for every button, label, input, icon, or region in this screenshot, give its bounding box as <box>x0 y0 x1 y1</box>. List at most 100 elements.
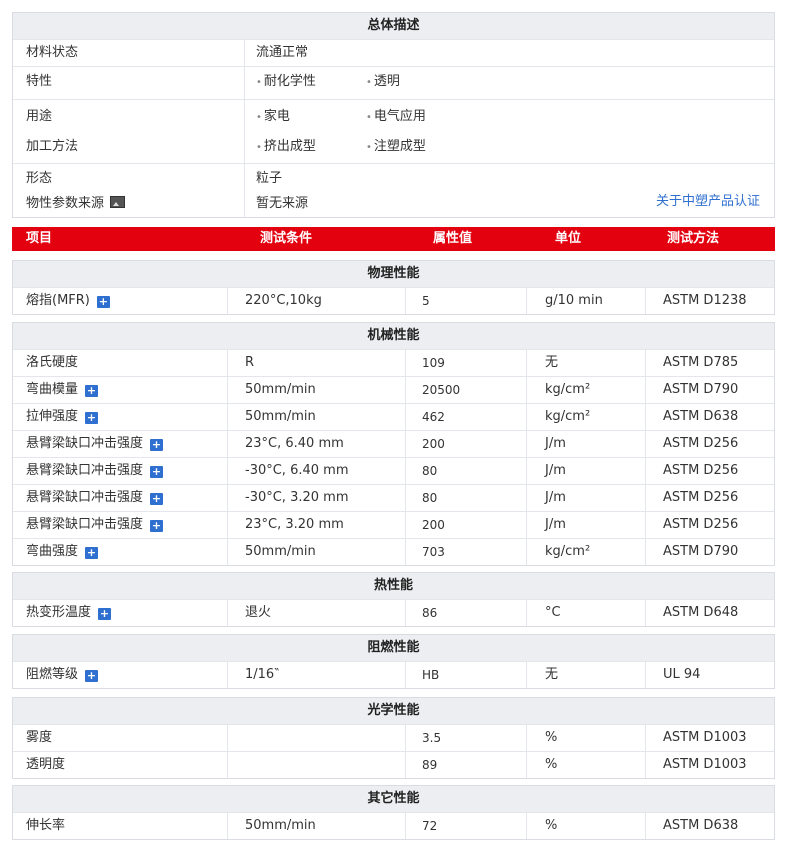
cell-value: 89 <box>422 758 438 772</box>
property-section: 其它性能伸长率 50mm/min 72% ASTM D638 <box>12 785 775 840</box>
expand-plus-icon[interactable]: + <box>150 439 164 451</box>
cell-unit: J/m <box>545 463 566 478</box>
cell-item: 弯曲强度 <box>26 544 79 559</box>
cell-method: UL 94 <box>663 667 701 682</box>
value-form: 粒子 <box>256 171 283 186</box>
cell-unit: °C <box>545 605 561 620</box>
cell-item: 拉伸强度 <box>26 409 79 424</box>
cell-value: 80 <box>422 491 438 505</box>
table-row: 洛氏硬度 R 109 无 ASTM D785 <box>13 349 774 376</box>
table-row: 悬臂梁缺口冲击强度 +23°C, 3.20 mm 200 J/m ASTM D256 <box>13 511 774 538</box>
cell-unit: J/m <box>545 490 566 505</box>
cell-item: 弯曲模量 <box>26 382 79 397</box>
col-item: 项目 <box>26 231 53 246</box>
label-processing: 加工方法 <box>26 139 79 154</box>
cell-value: 86 <box>422 606 438 620</box>
cell-unit: % <box>545 757 558 772</box>
section-title: 物理性能 <box>13 261 774 287</box>
expand-plus-icon[interactable]: + <box>85 412 99 424</box>
cell-item: 洛氏硬度 <box>26 355 79 370</box>
section-title: 阻燃性能 <box>13 635 774 661</box>
cell-method: ASTM D256 <box>663 490 739 505</box>
cell-item: 阻燃等级 <box>26 667 79 682</box>
expand-plus-icon[interactable]: + <box>96 296 110 308</box>
cell-condition: 50mm/min <box>245 382 316 397</box>
expand-plus-icon[interactable]: + <box>85 385 99 397</box>
cell-condition: 50mm/min <box>245 818 316 833</box>
cell-value: 80 <box>422 464 438 478</box>
tag-feature: 透明 <box>373 74 400 89</box>
col-test-method: 测试方法 <box>667 231 720 246</box>
cell-item: 悬臂梁缺口冲击强度 <box>26 490 144 505</box>
label-source: 物性参数来源 <box>26 196 105 211</box>
expand-plus-icon[interactable]: + <box>85 670 99 682</box>
cell-method: ASTM D790 <box>663 544 739 559</box>
cell-value: 5 <box>422 294 430 308</box>
property-section: 热性能 热变形温度 + 退火 86 °C ASTM D648 <box>12 572 775 627</box>
image-icon[interactable] <box>110 196 126 208</box>
cell-unit: J/m <box>545 517 566 532</box>
expand-plus-icon[interactable]: + <box>150 466 164 478</box>
table-row: 悬臂梁缺口冲击强度 + -30°C, 6.40 mm 80 J/m ASTM D256 <box>13 457 774 484</box>
cell-item: 悬臂梁缺口冲击强度 <box>26 463 144 478</box>
cell-item: 悬臂梁缺口冲击强度 <box>26 517 144 532</box>
col-property-value: 属性值 <box>433 231 473 246</box>
property-section: 物理性能 熔指(MFR) +220°C,10kg 5 g/10 min ASTM D123… <box>12 260 775 315</box>
col-test-condition: 测试条件 <box>260 231 313 246</box>
cell-item: 热变形温度 <box>26 605 92 620</box>
cell-value: 72 <box>422 819 438 833</box>
cell-method: ASTM D256 <box>663 463 739 478</box>
cell-value: 462 <box>422 410 445 424</box>
cell-unit: kg/cm² <box>545 544 591 559</box>
row-form-source: 形态 物性参数来源 粒子 暂无来源 关于中塑产品认证 <box>13 163 774 217</box>
cell-method: ASTM D785 <box>663 355 739 370</box>
overview-panel: 总体描述 材料状态 流通正常 特性 • 耐化学性 • 透明 用途 加工方法 • 家电 • 电… <box>12 12 775 218</box>
cell-condition: 退火 <box>245 605 272 620</box>
table-row: 弯曲强度 +50mm/min 703 kg/cm² ASTM D790 <box>13 538 774 565</box>
cell-method: ASTM D1238 <box>663 293 747 308</box>
label-features: 特性 <box>26 74 53 89</box>
tag-feature: 耐化学性 <box>263 74 316 89</box>
cell-unit: kg/cm² <box>545 382 591 397</box>
cell-unit: g/10 min <box>545 293 603 308</box>
cell-value: 3.5 <box>422 731 442 745</box>
tag-use: 家电 <box>263 109 290 124</box>
cell-item: 雾度 <box>26 730 53 745</box>
value-material-state: 流通正常 <box>256 45 309 60</box>
label-material-state: 材料状态 <box>26 45 79 60</box>
cell-method: ASTM D638 <box>663 818 739 833</box>
row-material-state: 材料状态 流通正常 <box>13 39 774 66</box>
cell-method: ASTM D1003 <box>663 730 747 745</box>
table-row: 悬臂梁缺口冲击强度 +23°C, 6.40 mm 200 J/m ASTM D256 <box>13 430 774 457</box>
section-title: 其它性能 <box>13 786 774 812</box>
cell-value: 200 <box>422 518 445 532</box>
cell-condition: 50mm/min <box>245 544 316 559</box>
table-row: 伸长率 50mm/min 72% ASTM D638 <box>13 812 774 839</box>
cell-condition: 23°C, 6.40 mm <box>245 436 344 451</box>
expand-plus-icon[interactable]: + <box>150 520 164 532</box>
table-row: 雾度 3.5% ASTM D1003 <box>13 724 774 751</box>
row-uses-processing: 用途 加工方法 • 家电 • 电气应用 • 挤出成型 • 注塑成型 <box>13 99 774 163</box>
product-certification-link[interactable]: 关于中塑产品认证 <box>656 189 760 215</box>
cell-method: ASTM D638 <box>663 409 739 424</box>
expand-plus-icon[interactable]: + <box>85 547 99 559</box>
cell-condition: -30°C, 3.20 mm <box>245 490 349 505</box>
cell-item: 伸长率 <box>26 818 66 833</box>
table-row: 悬臂梁缺口冲击强度 + -30°C, 3.20 mm 80 J/m ASTM D256 <box>13 484 774 511</box>
cell-item: 悬臂梁缺口冲击强度 <box>26 436 144 451</box>
table-row: 透明度 89% ASTM D1003 <box>13 751 774 778</box>
cell-value: 109 <box>422 356 445 370</box>
cell-value: 703 <box>422 545 445 559</box>
table-row: 熔指(MFR) +220°C,10kg 5 g/10 min ASTM D1238 <box>13 287 774 314</box>
expand-plus-icon[interactable]: + <box>98 608 112 620</box>
label-uses: 用途 <box>26 109 53 124</box>
cell-item: 透明度 <box>26 757 66 772</box>
cell-condition: 220°C,10kg <box>245 293 322 308</box>
cell-method: ASTM D790 <box>663 382 739 397</box>
table-column-header: 项目 测试条件 属性值 单位 测试方法 <box>12 227 775 251</box>
table-row: 弯曲模量 +50mm/min 20500 kg/cm² ASTM D790 <box>13 376 774 403</box>
section-title: 机械性能 <box>13 323 774 349</box>
expand-plus-icon[interactable]: + <box>150 493 164 505</box>
cell-condition: R <box>245 355 255 370</box>
cell-unit: % <box>545 818 558 833</box>
